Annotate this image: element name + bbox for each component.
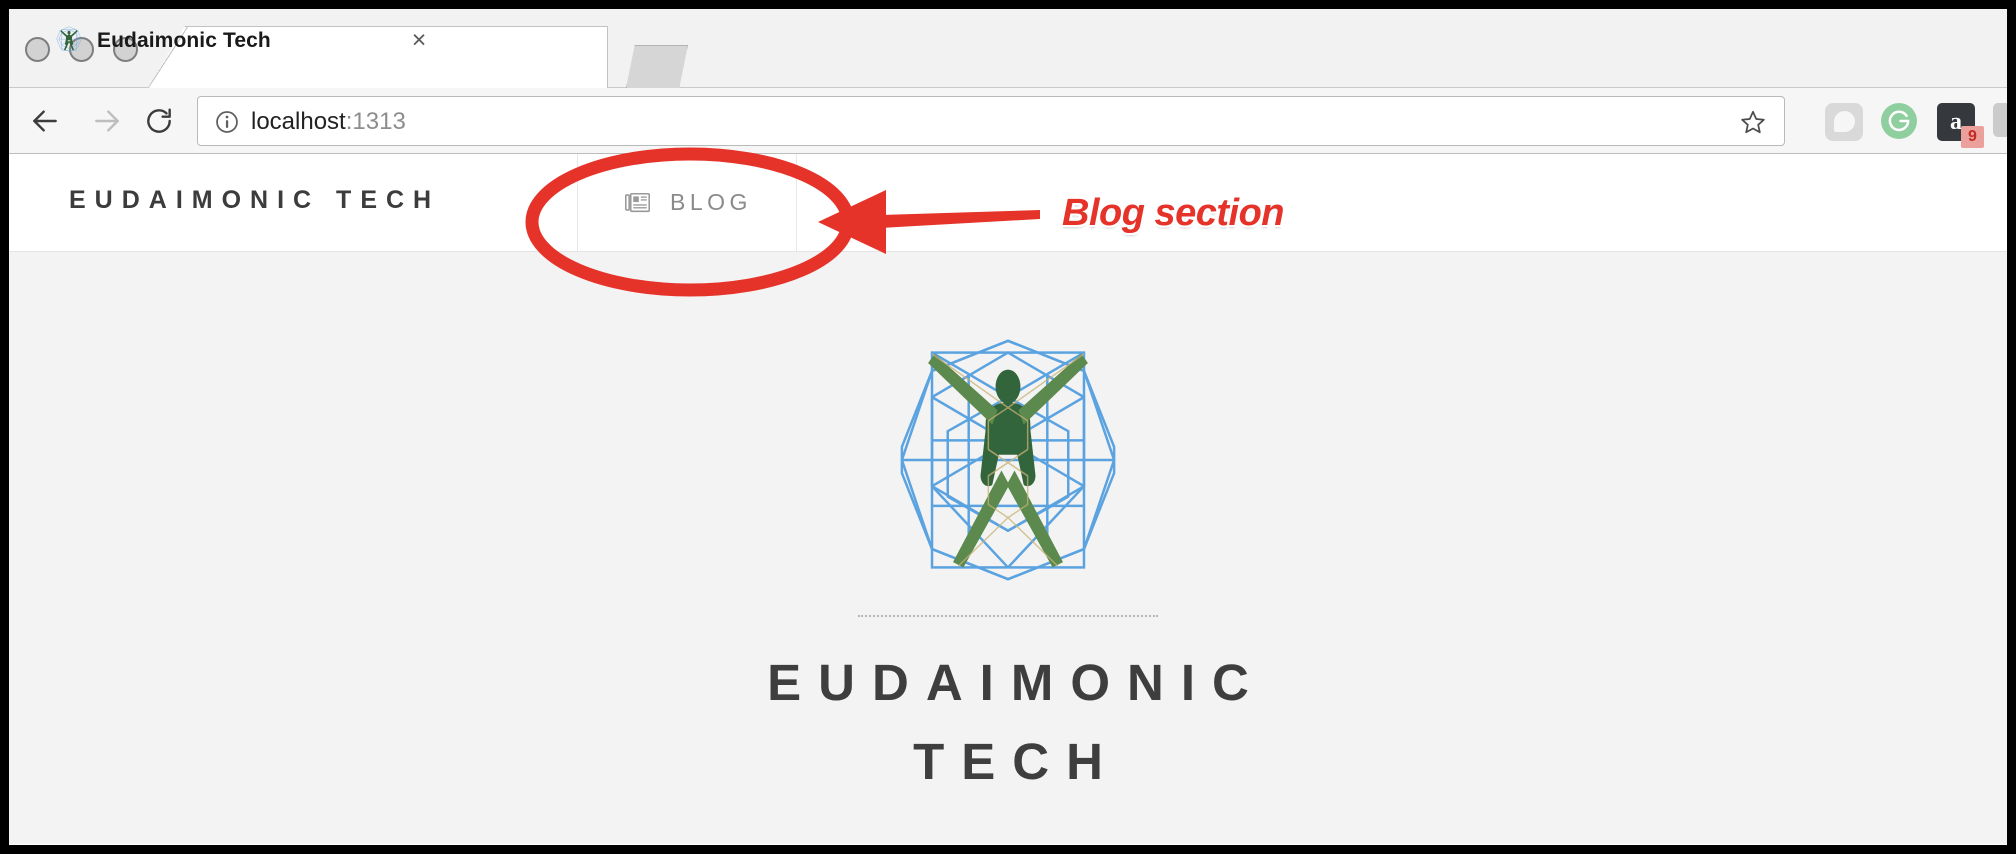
url-host: localhost [251,108,346,135]
newspaper-icon [625,192,650,213]
site-header: EUDAIMONIC TECH BLOG [9,154,2007,252]
browser-toolbar: localhost:1313 a 9 [9,88,2007,154]
tab-close-icon[interactable]: × [405,27,433,55]
hero-section: EUDAIMONIC TECH [9,253,2007,801]
page-title-line-2: TECH [913,733,1120,790]
window-close-button[interactable] [25,37,50,62]
browser-tab-inactive-stub[interactable] [626,45,688,88]
page-title: EUDAIMONIC TECH [658,643,1358,801]
reload-icon [147,108,171,133]
forward-button[interactable] [87,101,127,141]
extension-icon[interactable] [1993,103,2007,141]
back-button[interactable] [25,101,65,141]
screenshot-frame: Eudaimonic Tech × localhost:1313 a 9 EUD… [0,0,2016,854]
browser-tab-strip: Eudaimonic Tech × [9,9,2007,88]
info-circle-icon[interactable] [214,109,240,135]
sidebar-item-blog[interactable]: BLOG [577,154,797,251]
pocket-extension-icon[interactable] [1825,103,1863,141]
annotation-label: Blog section [1062,192,1285,234]
tab-title: Eudaimonic Tech [97,29,271,52]
amazon-assistant-extension-icon[interactable]: a 9 [1937,103,1984,148]
arrow-right-icon [95,110,119,132]
grammarly-extension-icon[interactable] [1881,103,1919,141]
reload-button[interactable] [139,101,179,141]
grammarly-g-icon [1888,110,1910,132]
arrow-left-icon [33,110,57,132]
url-port: :1313 [345,108,406,135]
tab-favicon-icon [56,26,82,52]
page-title-line-1: EUDAIMONIC [767,654,1266,711]
page-viewport: EUDAIMONIC TECH BLOG EUDAIMONIC TECH [9,154,2007,844]
eudaimonic-tech-logo-icon [900,339,1116,581]
hero-divider [858,615,1158,617]
star-icon[interactable] [1740,109,1766,135]
address-bar-url: localhost:1313 [251,107,406,137]
browser-window: Eudaimonic Tech × localhost:1313 a 9 EUD… [9,9,2007,845]
site-brand[interactable]: EUDAIMONIC TECH [69,186,440,215]
extension-badge-count: 9 [1961,126,1984,148]
nav-blog-label: BLOG [670,189,752,215]
address-bar[interactable]: localhost:1313 [197,96,1785,146]
